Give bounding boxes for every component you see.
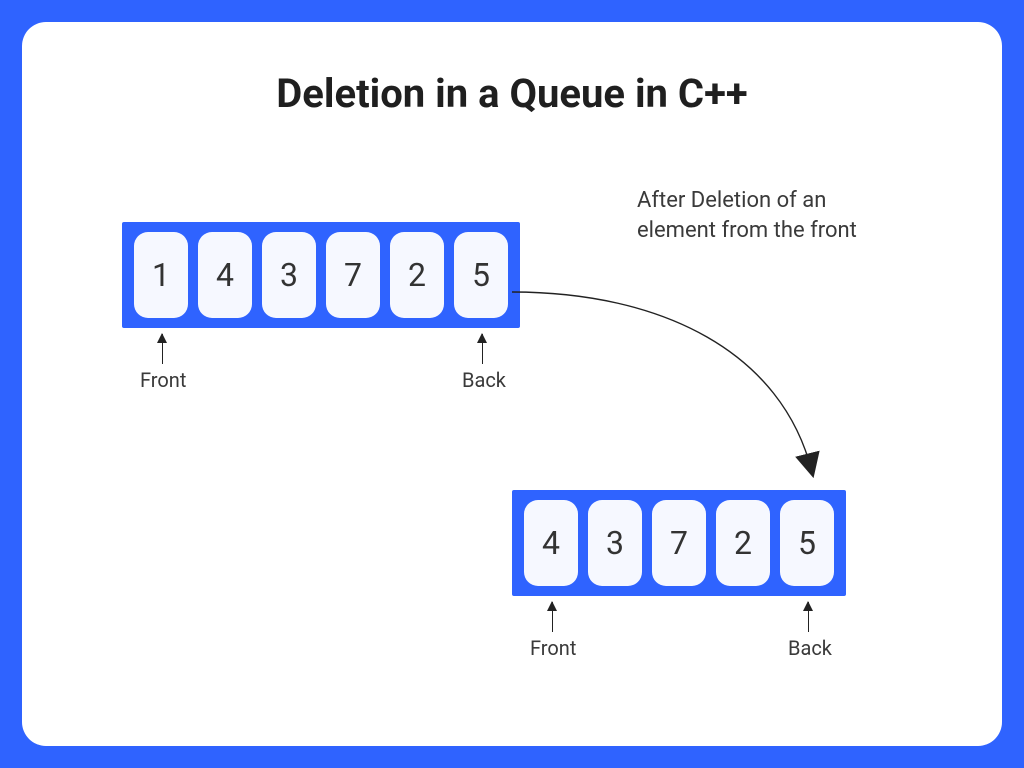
queue-cell: 3 <box>588 500 642 586</box>
queue-cell: 3 <box>262 232 316 318</box>
arrow-up-icon <box>552 602 553 632</box>
queue-cell: 1 <box>134 232 188 318</box>
diagram-frame: Deletion in a Queue in C++ 1 4 3 7 2 5 F… <box>22 22 1002 746</box>
transition-arrow-icon <box>482 212 882 512</box>
queue-cell: 7 <box>326 232 380 318</box>
page-title: Deletion in a Queue in C++ <box>22 70 1002 117</box>
queue-cell: 4 <box>198 232 252 318</box>
queue-cell: 7 <box>652 500 706 586</box>
back-label: Back <box>788 636 832 660</box>
queue-before: 1 4 3 7 2 5 <box>122 222 520 328</box>
front-label: Front <box>530 636 576 660</box>
queue-cell: 4 <box>524 500 578 586</box>
queue-cell: 2 <box>390 232 444 318</box>
queue-cell: 2 <box>716 500 770 586</box>
arrow-up-icon <box>808 602 809 632</box>
queue-cell: 5 <box>780 500 834 586</box>
front-label: Front <box>140 368 186 392</box>
arrow-up-icon <box>162 334 163 364</box>
queue-after: 4 3 7 2 5 <box>512 490 846 596</box>
